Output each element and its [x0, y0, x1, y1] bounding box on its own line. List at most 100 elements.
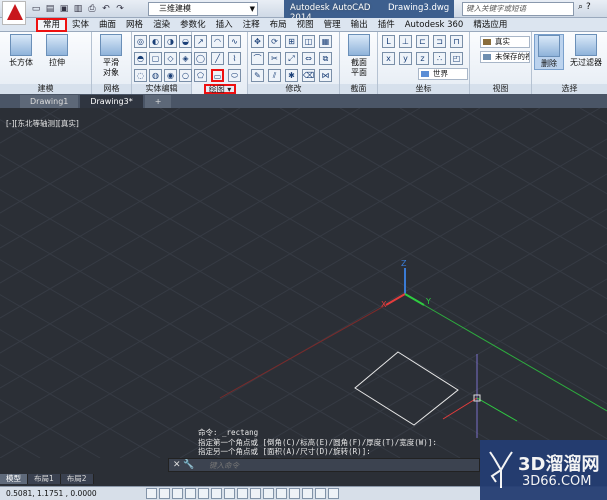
smooth-object-button[interactable]: 平滑 对象 [96, 34, 126, 78]
spline-icon[interactable]: ∿ [228, 35, 241, 48]
separate-icon[interactable]: ◇ [164, 52, 177, 65]
polygon-icon[interactable]: ⬠ [194, 69, 207, 82]
tab-2[interactable]: 曲面 [94, 18, 121, 32]
move-icon[interactable]: ✥ [251, 35, 264, 48]
helix-icon[interactable]: ⌇ [228, 52, 241, 65]
visual-style-select[interactable]: 真实 [480, 36, 530, 48]
tab-13[interactable]: Autodesk 360 [400, 18, 469, 32]
no-filter-button[interactable]: 无过滤器 [566, 34, 606, 68]
ortho-mode-icon[interactable] [185, 488, 196, 499]
viewport-controls-label[interactable]: [-][东北等轴测][真实] [6, 118, 79, 129]
tab-10[interactable]: 管理 [319, 18, 346, 32]
section-plane-button[interactable]: 截面 平面 [344, 34, 374, 78]
tab-12[interactable]: 插件 [373, 18, 400, 32]
tab-8[interactable]: 布局 [265, 18, 292, 32]
tab-5[interactable]: 参数化 [175, 18, 211, 32]
panel-title[interactable]: 选择 [532, 84, 607, 94]
circle-icon[interactable]: ◯ [194, 52, 207, 65]
ucs-face-icon[interactable]: ⊓ [450, 35, 463, 48]
check-icon[interactable]: ◈ [179, 52, 192, 65]
panel-title[interactable]: 实体编辑 [132, 84, 191, 94]
ucs-view-icon[interactable]: ⊏ [416, 35, 429, 48]
copy-icon[interactable]: ⧉ [319, 52, 332, 65]
ucs-3point-icon[interactable]: ∴ [433, 52, 446, 65]
tab-0[interactable]: 常用 [36, 18, 68, 32]
subtract-icon[interactable]: ◐ [149, 35, 162, 48]
stretch-icon[interactable]: ⇔ [302, 52, 315, 65]
selection-cycling-icon[interactable] [315, 488, 326, 499]
transparency-icon[interactable] [289, 488, 300, 499]
new-icon[interactable]: ▭ [30, 3, 42, 15]
delete-button[interactable]: 删除 [534, 34, 564, 70]
panel-title[interactable]: 修改 [248, 84, 339, 94]
tab-6[interactable]: 插入 [211, 18, 238, 32]
shell-icon[interactable]: ▢ [149, 52, 162, 65]
match-properties-icon[interactable]: ✎ [251, 69, 264, 82]
open-icon[interactable]: ▤ [44, 3, 56, 15]
align-icon[interactable]: ⊞ [285, 35, 298, 48]
grid-display-icon[interactable] [172, 488, 183, 499]
search-input[interactable]: 键入关键字或短语 [462, 2, 574, 16]
object-snap-icon[interactable] [211, 488, 222, 499]
layout-tab[interactable]: 布局1 [28, 474, 61, 484]
box-button[interactable]: 长方体 [6, 34, 36, 68]
fillet-edge-icon[interactable]: ◌ [134, 69, 147, 82]
offset-face-icon[interactable]: ○ [179, 69, 192, 82]
panel-title[interactable]: 坐标 [378, 84, 469, 94]
document-tab[interactable]: Drawing3* [80, 95, 143, 108]
saved-view-select[interactable]: 未保存的视图 [480, 51, 530, 63]
redo-icon[interactable]: ↷ [114, 3, 126, 15]
drawn-rectangle[interactable] [354, 351, 459, 426]
tab-3[interactable]: 网格 [121, 18, 148, 32]
ucs-select[interactable]: 世界 [418, 68, 468, 80]
taper-icon[interactable]: ◉ [164, 69, 177, 82]
help-icon[interactable]: ? [586, 2, 591, 12]
ucs-icon[interactable]: L [382, 35, 395, 48]
ucs-world-icon[interactable]: ◰ [450, 52, 463, 65]
polar-tracking-icon[interactable] [198, 488, 209, 499]
panel-title[interactable]: 绘图 ▾ [204, 84, 236, 94]
command-input[interactable] [209, 460, 469, 471]
snap-mode-icon[interactable] [159, 488, 170, 499]
layout-tab[interactable]: 模型 [0, 474, 28, 484]
array-icon[interactable]: ▦ [319, 35, 332, 48]
tab-1[interactable]: 实体 [67, 18, 94, 32]
lineweight-icon[interactable] [276, 488, 287, 499]
panel-title[interactable]: 建模 [0, 84, 91, 94]
extrude-button[interactable]: 拉伸 [42, 34, 72, 68]
tab-4[interactable]: 渲染 [148, 18, 175, 32]
extrude-face-icon[interactable]: ◍ [149, 69, 162, 82]
search-icon[interactable]: ⌕ [578, 2, 583, 12]
explode-icon[interactable]: ✱ [285, 69, 298, 82]
save-as-icon[interactable]: ▥ [72, 3, 84, 15]
workspace-select[interactable]: 三维建模 ▼ [148, 2, 258, 16]
dynamic-ucs-icon[interactable] [250, 488, 261, 499]
dynamic-input-icon[interactable] [263, 488, 274, 499]
close-icon[interactable]: ✕ 🔧 [173, 460, 195, 470]
object-snap-tracking-icon[interactable] [237, 488, 248, 499]
line-icon[interactable]: ╱ [211, 52, 224, 65]
print-icon[interactable]: ⎙ [86, 3, 98, 15]
offset-icon[interactable]: ⫽ [268, 69, 281, 82]
layout-tab[interactable]: 布局2 [60, 474, 94, 484]
annotation-monitor-icon[interactable] [328, 488, 339, 499]
drawing-viewport[interactable]: Z X Y [0, 107, 607, 459]
trim-icon[interactable]: ✂ [268, 52, 281, 65]
ucs-object-icon[interactable]: ⊐ [433, 35, 446, 48]
save-icon[interactable]: ▣ [58, 3, 70, 15]
ucs-z-icon[interactable]: z [416, 52, 429, 65]
document-tab[interactable]: Drawing1 [20, 95, 79, 108]
slice-icon[interactable]: ◒ [179, 35, 192, 48]
panel-title[interactable]: 网格 [92, 84, 131, 94]
undo-icon[interactable]: ↶ [100, 3, 112, 15]
join-icon[interactable]: ⋈ [319, 69, 332, 82]
tab-11[interactable]: 输出 [346, 18, 373, 32]
union-icon[interactable]: ◎ [134, 35, 147, 48]
tab-14[interactable]: 精选应用 [468, 18, 512, 32]
fillet-icon[interactable]: ⌒ [251, 52, 264, 65]
imprint-icon[interactable]: ◓ [134, 52, 147, 65]
ellipse-icon[interactable]: ⬭ [228, 69, 241, 82]
rectangle-icon[interactable]: ▭ [211, 69, 224, 82]
tab-7[interactable]: 注释 [238, 18, 265, 32]
polyline-icon[interactable]: ↗ [194, 35, 207, 48]
